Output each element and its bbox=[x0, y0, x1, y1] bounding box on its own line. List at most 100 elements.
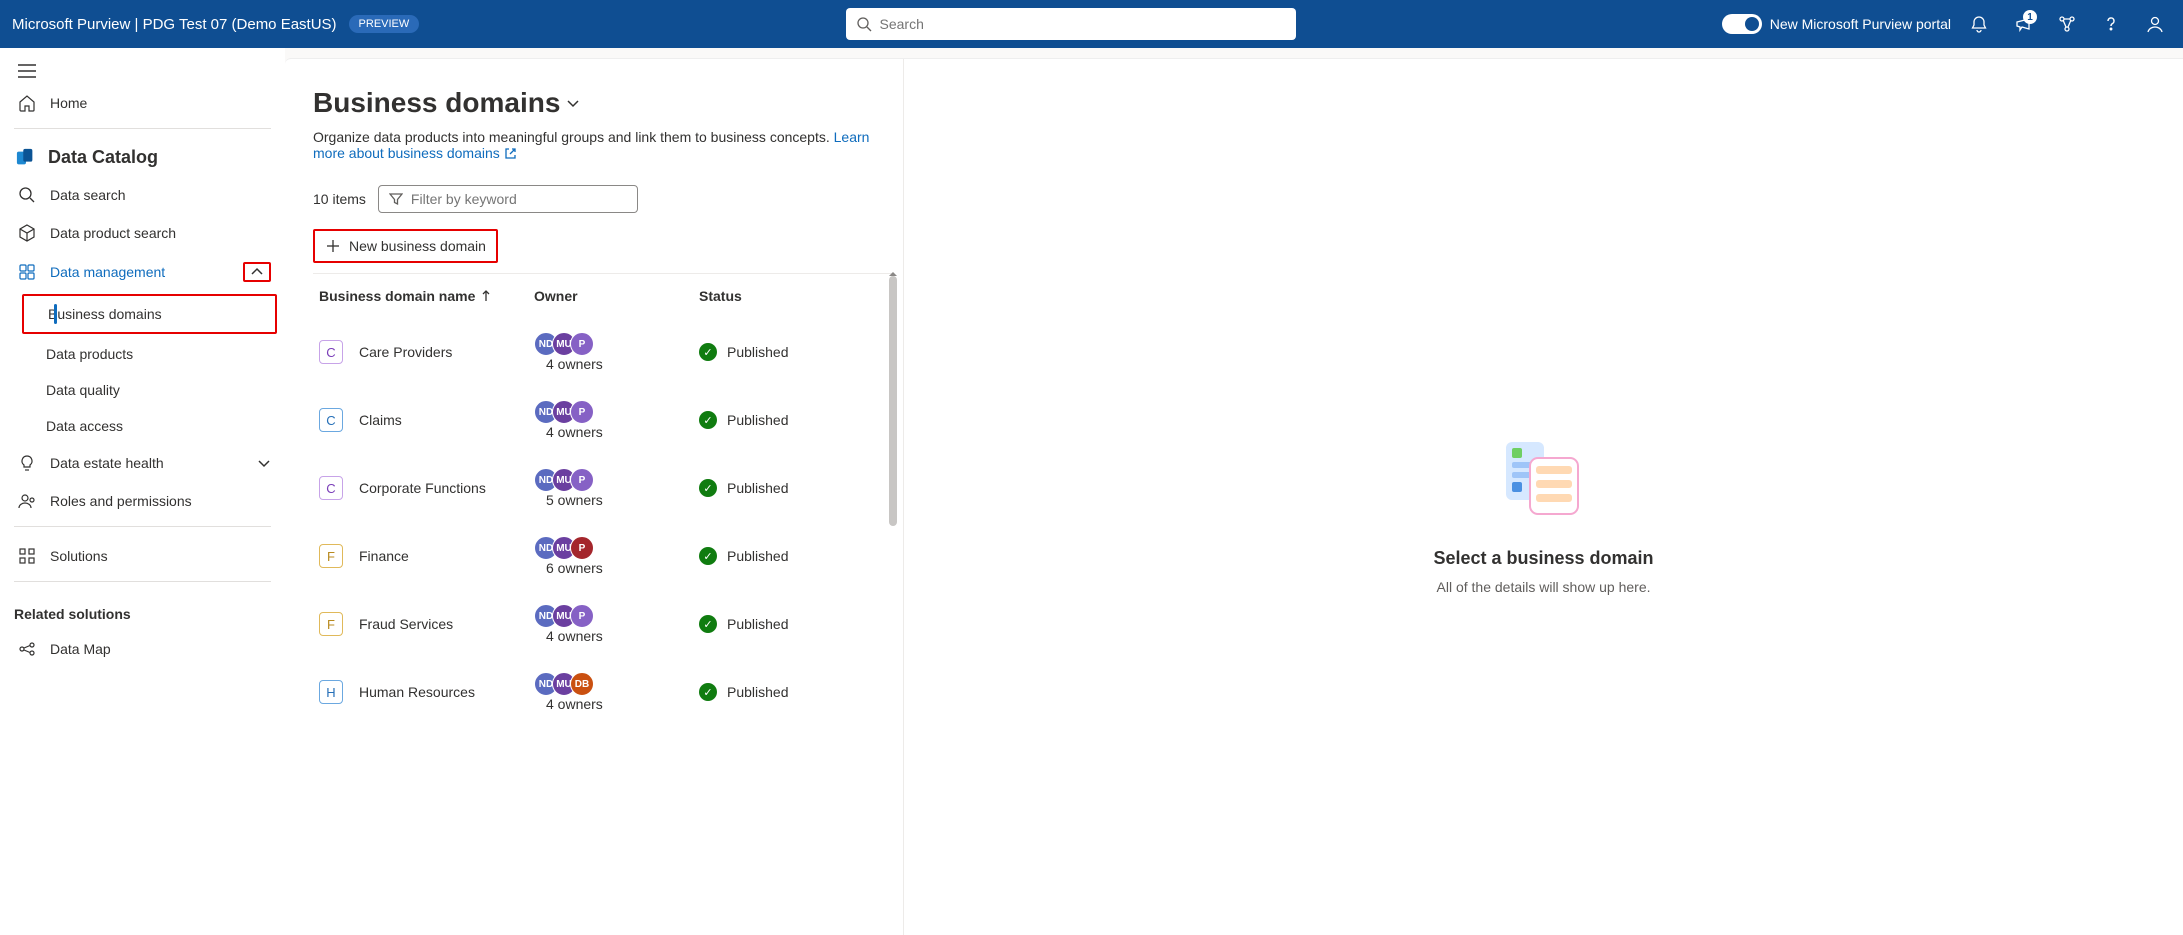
domain-letter-chip: C bbox=[319, 408, 343, 432]
page-description: Organize data products into meaningful g… bbox=[313, 129, 893, 161]
owner-cell: NDMUP 4 owners bbox=[534, 400, 699, 440]
bulb-icon bbox=[18, 454, 36, 472]
main-content: Business domains Organize data products … bbox=[285, 58, 2183, 935]
nav-solutions[interactable]: Solutions bbox=[0, 537, 285, 575]
table-row[interactable]: C Corporate Functions NDMUP 5 owners ✓ P… bbox=[313, 454, 893, 522]
help-icon[interactable] bbox=[2095, 8, 2127, 40]
app-title: Microsoft Purview | PDG Test 07 (Demo Ea… bbox=[12, 16, 337, 33]
owner-cell: NDMUP 6 owners bbox=[534, 536, 699, 576]
owner-count: 5 owners bbox=[546, 492, 603, 508]
check-circle-icon: ✓ bbox=[699, 547, 717, 565]
table-row[interactable]: C Care Providers NDMUP 4 owners ✓ Publis… bbox=[313, 318, 893, 386]
avatar: P bbox=[570, 332, 594, 356]
table-row[interactable]: F Finance NDMUP 6 owners ✓ Published bbox=[313, 522, 893, 590]
col-status-header[interactable]: Status bbox=[699, 288, 887, 304]
new-business-domain-button[interactable]: New business domain bbox=[313, 229, 498, 263]
chevron-down-icon bbox=[257, 458, 271, 468]
global-search[interactable] bbox=[846, 8, 1296, 40]
table-header: Business domain name Owner Status bbox=[313, 274, 893, 318]
nav-data-product-search[interactable]: Data product search bbox=[0, 214, 285, 252]
domain-name: Corporate Functions bbox=[359, 480, 486, 496]
status-text: Published bbox=[727, 548, 789, 564]
grid-icon bbox=[18, 547, 36, 565]
owner-count: 4 owners bbox=[546, 356, 603, 372]
domain-name: Human Resources bbox=[359, 684, 475, 700]
nav-data-management[interactable]: Data management bbox=[0, 252, 285, 292]
domain-name: Care Providers bbox=[359, 344, 452, 360]
domain-name-cell: C Corporate Functions bbox=[319, 476, 534, 500]
nav-data-products[interactable]: Data products bbox=[0, 336, 285, 372]
announce-icon[interactable]: 1 bbox=[2007, 8, 2039, 40]
domains-table: Business domain name Owner Status C Care… bbox=[313, 273, 893, 726]
avatar: P bbox=[570, 536, 594, 560]
item-count: 10 items bbox=[313, 191, 366, 207]
status-cell: ✓ Published bbox=[699, 411, 887, 429]
status-cell: ✓ Published bbox=[699, 615, 887, 633]
owner-cell: NDMUP 5 owners bbox=[534, 468, 699, 508]
col-name-header[interactable]: Business domain name bbox=[319, 288, 534, 304]
search-input[interactable] bbox=[880, 16, 1286, 32]
owner-avatars: NDMUP bbox=[534, 400, 699, 424]
owner-count: 6 owners bbox=[546, 560, 603, 576]
nav-data-access[interactable]: Data access bbox=[0, 408, 285, 444]
catalog-icon bbox=[16, 148, 36, 168]
connections-icon[interactable] bbox=[2051, 8, 2083, 40]
nav-data-estate-health[interactable]: Data estate health bbox=[0, 444, 285, 482]
filter-input[interactable] bbox=[378, 185, 638, 213]
divider bbox=[14, 581, 271, 582]
status-text: Published bbox=[727, 344, 789, 360]
chevron-down-icon[interactable] bbox=[566, 97, 580, 109]
table-row[interactable]: F Fraud Services NDMUP 4 owners ✓ Publis… bbox=[313, 590, 893, 658]
status-cell: ✓ Published bbox=[699, 479, 887, 497]
owner-cell: NDMUP 4 owners bbox=[534, 332, 699, 372]
management-icon bbox=[18, 263, 36, 281]
nav-business-domains[interactable]: Business domains bbox=[24, 296, 275, 332]
filter-row: 10 items bbox=[313, 185, 893, 213]
owner-avatars: NDMUDB bbox=[534, 672, 699, 696]
sort-asc-icon bbox=[481, 290, 491, 302]
empty-subtitle: All of the details will show up here. bbox=[1437, 579, 1651, 595]
related-solutions-title: Related solutions bbox=[0, 592, 285, 630]
domain-letter-chip: F bbox=[319, 544, 343, 568]
filter-icon bbox=[389, 192, 403, 206]
scrollbar[interactable] bbox=[889, 276, 897, 526]
hamburger-button[interactable] bbox=[0, 58, 285, 84]
external-link-icon bbox=[504, 147, 517, 160]
search-icon bbox=[18, 186, 36, 204]
bell-icon[interactable] bbox=[1963, 8, 1995, 40]
domain-name-cell: C Care Providers bbox=[319, 340, 534, 364]
divider bbox=[14, 526, 271, 527]
portal-toggle[interactable]: New Microsoft Purview portal bbox=[1722, 14, 1951, 34]
domain-letter-chip: H bbox=[319, 680, 343, 704]
table-row[interactable]: H Human Resources NDMUDB 4 owners ✓ Publ… bbox=[313, 658, 893, 726]
nav-data-search[interactable]: Data search bbox=[0, 176, 285, 214]
domain-name-cell: F Fraud Services bbox=[319, 612, 534, 636]
roles-icon bbox=[18, 492, 36, 510]
check-circle-icon: ✓ bbox=[699, 615, 717, 633]
owner-avatars: NDMUP bbox=[534, 468, 699, 492]
account-icon[interactable] bbox=[2139, 8, 2171, 40]
table-row[interactable]: C Claims NDMUP 4 owners ✓ Published bbox=[313, 386, 893, 454]
nav-data-map[interactable]: Data Map bbox=[0, 630, 285, 668]
owner-avatars: NDMUP bbox=[534, 536, 699, 560]
empty-state: Select a business domain All of the deta… bbox=[904, 87, 2183, 935]
owner-cell: NDMUP 4 owners bbox=[534, 604, 699, 644]
filter-field[interactable] bbox=[411, 191, 627, 207]
check-circle-icon: ✓ bbox=[699, 479, 717, 497]
col-owner-header[interactable]: Owner bbox=[534, 288, 699, 304]
nav-data-quality[interactable]: Data quality bbox=[0, 372, 285, 408]
avatar: P bbox=[570, 604, 594, 628]
chevron-up-icon[interactable] bbox=[243, 262, 271, 282]
domain-name-cell: C Claims bbox=[319, 408, 534, 432]
domain-letter-chip: C bbox=[319, 340, 343, 364]
avatar: P bbox=[570, 468, 594, 492]
check-circle-icon: ✓ bbox=[699, 343, 717, 361]
toggle-label-text: New Microsoft Purview portal bbox=[1770, 16, 1951, 32]
divider bbox=[14, 128, 271, 129]
nav-home[interactable]: Home bbox=[0, 84, 285, 122]
new-domain-label: New business domain bbox=[349, 238, 486, 254]
app-header: Microsoft Purview | PDG Test 07 (Demo Ea… bbox=[0, 0, 2183, 48]
plus-icon bbox=[325, 238, 341, 254]
nav-catalog-heading: Data Catalog bbox=[0, 139, 285, 176]
nav-roles-permissions[interactable]: Roles and permissions bbox=[0, 482, 285, 520]
